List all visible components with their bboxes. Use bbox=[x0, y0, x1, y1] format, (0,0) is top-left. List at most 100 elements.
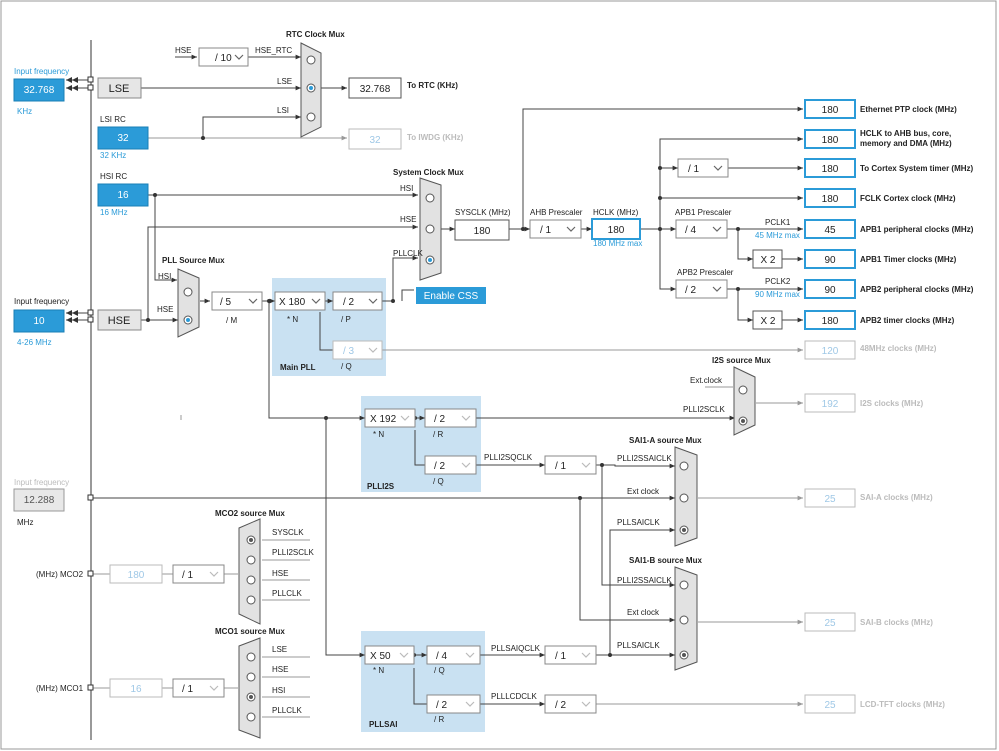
mco2-value: 180 bbox=[128, 570, 145, 581]
mco1-mux-title: MCO1 source Mux bbox=[215, 627, 285, 636]
mco2-mux-title: MCO2 source Mux bbox=[215, 509, 285, 518]
mco1-lse-label: LSE bbox=[272, 645, 287, 654]
to-rtc-label: To RTC (KHz) bbox=[407, 81, 458, 90]
fclk-label: FCLK Cortex clock (MHz) bbox=[860, 194, 956, 203]
lse-input-frequency-label: Input frequency bbox=[14, 67, 69, 76]
sysclk-label: SYSCLK (MHz) bbox=[455, 208, 511, 217]
pll-src-hse-label: HSE bbox=[157, 305, 173, 314]
lse-unit: KHz bbox=[17, 107, 32, 116]
clk48-label: 48MHz clocks (MHz) bbox=[860, 344, 937, 353]
pll-n-value: X 180 bbox=[279, 297, 306, 308]
rtc-lse-label: LSE bbox=[277, 77, 292, 86]
apb1-peripheral-label: APB1 peripheral clocks (MHz) bbox=[860, 225, 974, 234]
apb1-timer-label: APB1 Timer clocks (MHz) bbox=[860, 255, 957, 264]
mco1-pllclk-label: PLLCLK bbox=[272, 706, 302, 715]
lsi-unit: 32 KHz bbox=[100, 151, 126, 160]
system-clock-mux-title: System Clock Mux bbox=[393, 168, 464, 177]
hclk-value: 180 bbox=[608, 225, 625, 236]
disabled-output-boxes bbox=[804, 340, 856, 714]
diagram-texts: Input frequency 32.768 KHz LSE LSI RC 32 32 KH… bbox=[14, 30, 974, 729]
hclk-max-label: 180 MHz max bbox=[593, 239, 642, 248]
lse-label: LSE bbox=[109, 83, 130, 95]
pll-source-mux-title: PLL Source Mux bbox=[162, 256, 225, 265]
sai1b-pllsai-label: PLLSAICLK bbox=[617, 641, 660, 650]
plllcd-divider-value: / 2 bbox=[555, 700, 567, 711]
ethernet-ptp-value: 180 bbox=[822, 105, 839, 116]
sai1b-mux-title: SAI1-B source Mux bbox=[629, 556, 702, 565]
cortex-timer-value: 180 bbox=[822, 164, 839, 175]
to-rtc-value: 32.768 bbox=[360, 84, 391, 95]
pll-n-label: * N bbox=[287, 315, 298, 324]
plli2sq-divider-value: / 1 bbox=[555, 461, 567, 472]
hsi-unit: 16 MHz bbox=[100, 208, 128, 217]
enable-css-label: Enable CSS bbox=[424, 291, 479, 302]
clock-tree-diagram: Input frequency 32.768 KHz LSE LSI RC 32 32 KH… bbox=[0, 0, 997, 750]
pll-src-hsi-label: HSI bbox=[158, 272, 171, 281]
plli2s-r-label: / R bbox=[433, 430, 443, 439]
apb2-prescaler-label: APB2 Prescaler bbox=[677, 268, 734, 277]
i2s-clock-value: 192 bbox=[822, 399, 839, 410]
i2s-ext-clock-label: Ext.clock bbox=[690, 376, 723, 385]
mco1-hse-label: HSE bbox=[272, 665, 288, 674]
plli2s-n-label: * N bbox=[373, 430, 384, 439]
sysmux-hsi-label: HSI bbox=[400, 184, 413, 193]
sysmux-hse-label: HSE bbox=[400, 215, 416, 224]
mco2-divider-value: / 1 bbox=[182, 570, 194, 581]
rtc-hse-divider: / 10 bbox=[215, 53, 232, 64]
sai-b-label: SAI-B clocks (MHz) bbox=[860, 618, 933, 627]
plli2sqclk-label: PLLI2SQCLK bbox=[484, 453, 533, 462]
pllsai-r-value: / 2 bbox=[436, 700, 448, 711]
rtc-hse-label: HSE bbox=[175, 46, 191, 55]
hse-input-frequency-label: Input frequency bbox=[14, 297, 69, 306]
to-iwdg-value: 32 bbox=[369, 135, 381, 146]
mco2-source-mux[interactable] bbox=[238, 518, 261, 625]
cortex-timer-label: To Cortex System timer (MHz) bbox=[860, 164, 974, 173]
pllsai-r-label: / R bbox=[434, 715, 444, 724]
apb1-prescaler-label: APB1 Prescaler bbox=[675, 208, 732, 217]
pll-q-value: / 3 bbox=[343, 346, 355, 357]
mco2-plli2sclk-label: PLLI2SCLK bbox=[272, 548, 314, 557]
mux-radios[interactable] bbox=[183, 55, 748, 722]
hclk-ahb-label-2: memory and DMA (MHz) bbox=[860, 139, 952, 148]
lsi-rc-label: LSI RC bbox=[100, 115, 126, 124]
i2s-unit: MHz bbox=[17, 518, 33, 527]
ethernet-ptp-label: Ethernet PTP clock (MHz) bbox=[860, 105, 957, 114]
to-iwdg-label: To IWDG (KHz) bbox=[407, 133, 464, 142]
sai1b-plli2s-label: PLLI2SSAICLK bbox=[617, 576, 672, 585]
apb2-timer-value: 180 bbox=[822, 316, 839, 327]
mco2-sysclk-label: SYSCLK bbox=[272, 528, 304, 537]
ahb-prescaler-label: AHB Prescaler bbox=[530, 208, 583, 217]
rtc-clock-mux-title: RTC Clock Mux bbox=[286, 30, 345, 39]
pllsai-q-label: / Q bbox=[434, 666, 445, 675]
i2s-input-frequency-value: 12.288 bbox=[24, 495, 55, 506]
pclk2-max-label: 90 MHz max bbox=[755, 290, 800, 299]
lcd-tft-label: LCD-TFT clocks (MHz) bbox=[860, 700, 945, 709]
pll-m-label: / M bbox=[226, 316, 237, 325]
mco2-pllclk-label: PLLCLK bbox=[272, 589, 302, 598]
plllcdclk-label: PLLLCDCLK bbox=[491, 692, 537, 701]
pll-source-mux[interactable] bbox=[177, 268, 200, 338]
hse-unit: 4-26 MHz bbox=[17, 338, 52, 347]
apb2-prescaler-value: / 2 bbox=[685, 285, 697, 296]
rtc-hse-rtc-label: HSE_RTC bbox=[255, 46, 292, 55]
plli2s-q-label: / Q bbox=[433, 477, 444, 486]
ahb-prescaler-value: / 1 bbox=[540, 225, 552, 236]
apb2-timer-label: APB2 timer clocks (MHz) bbox=[860, 316, 955, 325]
lse-input-frequency-value: 32.768 bbox=[24, 85, 55, 96]
pllsai-title: PLLSAI bbox=[369, 720, 397, 729]
clk48-value: 120 bbox=[822, 346, 839, 357]
hsi-value: 16 bbox=[117, 190, 129, 201]
pllsaiq-divider-value: / 1 bbox=[555, 651, 567, 662]
sai-a-value: 25 bbox=[824, 494, 836, 505]
apb2-timer-multiplier: X 2 bbox=[760, 316, 775, 327]
i2s-source-mux-title: I2S source Mux bbox=[712, 356, 771, 365]
apb1-peripheral-value: 45 bbox=[824, 225, 836, 236]
pclk2-label: PCLK2 bbox=[765, 277, 791, 286]
mco1-value: 16 bbox=[130, 684, 142, 695]
mco1-divider-value: / 1 bbox=[182, 684, 194, 695]
pllsai-n-label: * N bbox=[373, 666, 384, 675]
plli2s-q-value: / 2 bbox=[434, 461, 446, 472]
apb1-prescaler-value: / 4 bbox=[685, 225, 697, 236]
rtc-lsi-label: LSI bbox=[277, 106, 289, 115]
sai1b-ext-label: Ext clock bbox=[627, 608, 660, 617]
